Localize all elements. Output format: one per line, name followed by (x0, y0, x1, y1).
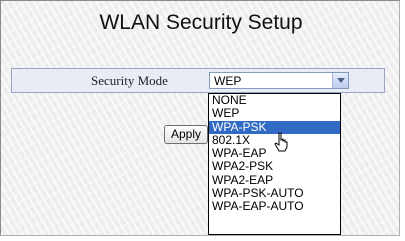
security-mode-row: Security Mode WEP (11, 68, 385, 93)
option-wpa2-psk[interactable]: WPA2-PSK (209, 160, 340, 174)
settings-panel: WLAN Security Setup Security Mode WEP Ap… (0, 0, 400, 236)
security-mode-select[interactable]: WEP (209, 72, 349, 89)
option-wep[interactable]: WEP (209, 106, 340, 120)
option-wpa-eap-auto[interactable]: WPA-EAP-AUTO (209, 200, 340, 214)
option-none[interactable]: NONE (209, 94, 340, 107)
security-mode-options-list: NONE WEP WPA-PSK 802.1X WPA-EAP WPA2-PSK… (208, 93, 341, 235)
option-wpa2-eap[interactable]: WPA2-EAP (209, 173, 340, 187)
security-mode-selected-value: WEP (214, 74, 242, 88)
mouse-pointer-icon (274, 132, 288, 152)
page-title: WLAN Security Setup (99, 11, 303, 34)
chevron-down-icon[interactable] (332, 73, 348, 88)
apply-button[interactable]: Apply (164, 125, 208, 144)
option-wpa-psk-auto[interactable]: WPA-PSK-AUTO (209, 186, 340, 200)
security-mode-label: Security Mode (91, 73, 168, 88)
